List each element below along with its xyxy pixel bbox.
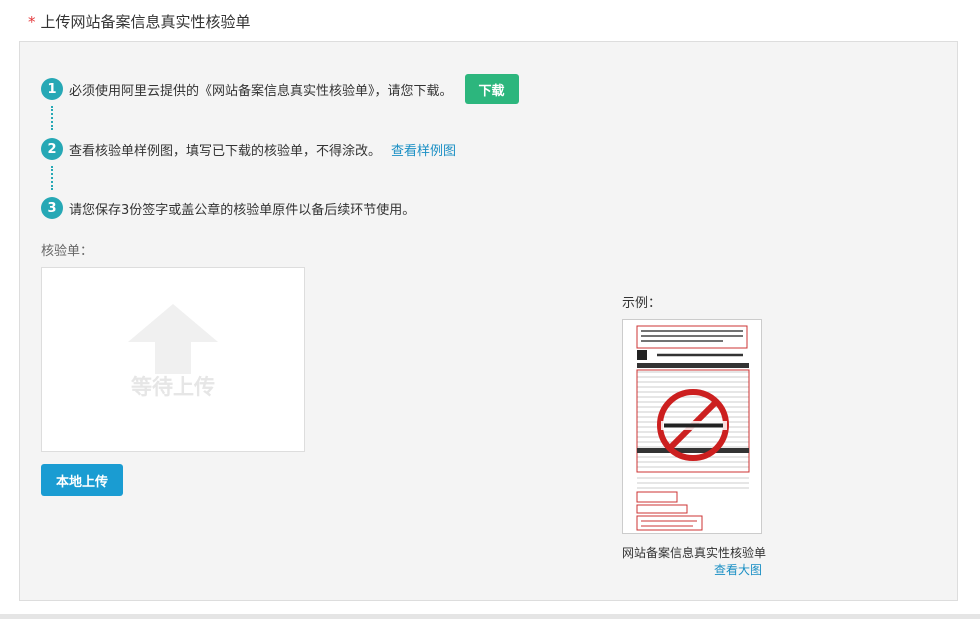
upload-panel: 1 必须使用阿里云提供的《网站备案信息真实性核验单》，请您下载。 下载 2 查看… (19, 41, 958, 601)
download-button[interactable]: 下载 (464, 74, 519, 104)
step-1: 1 必须使用阿里云提供的《网站备案信息真实性核验单》，请您下载。 下载 (41, 74, 519, 104)
step-number-badge: 3 (41, 197, 63, 219)
step-text: 查看核验单样例图，填写已下载的核验单，不得涂改。 (69, 143, 382, 159)
step-3: 3 请您保存3份签字或盖公章的核验单原件以备后续环节使用。 (41, 196, 415, 220)
required-mark: * (28, 13, 36, 31)
upload-arrow-icon (128, 304, 218, 374)
sample-form-image (636, 325, 750, 531)
upload-placeholder-text: 等待上传 (131, 375, 215, 399)
local-upload-button[interactable]: 本地上传 (41, 464, 123, 496)
section-title: 上传网站备案信息真实性核验单 (40, 13, 251, 31)
step-connector (51, 106, 53, 130)
upload-dropzone[interactable]: 等待上传 (41, 267, 305, 452)
view-sample-link[interactable]: 查看样例图 (391, 140, 456, 159)
example-caption: 网站备案信息真实性核验单 (622, 546, 767, 560)
step-number-badge: 2 (41, 138, 63, 160)
bottom-divider (0, 614, 980, 619)
upload-label: 核验单： (41, 244, 94, 259)
section-heading: * 上传网站备案信息真实性核验单 (28, 11, 251, 32)
example-thumbnail[interactable] (622, 319, 762, 534)
step-2: 2 查看核验单样例图，填写已下载的核验单，不得涂改。 查看样例图 (41, 137, 456, 161)
view-large-image-link[interactable]: 查看大图 (714, 561, 762, 578)
step-text: 请您保存3份签字或盖公章的核验单原件以备后续环节使用。 (69, 202, 416, 218)
step-number-badge: 1 (41, 78, 63, 100)
step-text: 必须使用阿里云提供的《网站备案信息真实性核验单》，请您下载。 (69, 83, 453, 99)
step-connector (51, 166, 53, 190)
example-label: 示例： (622, 296, 662, 311)
